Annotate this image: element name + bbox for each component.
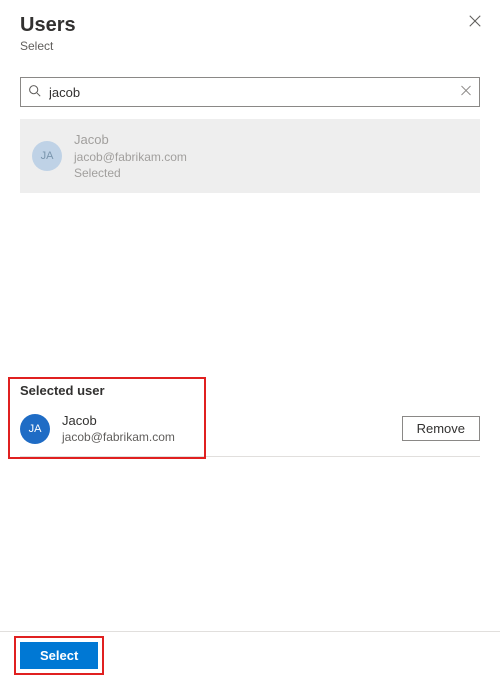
select-button[interactable]: Select xyxy=(20,642,98,669)
selected-user-row: JA Jacob jacob@fabrikam.com Remove xyxy=(20,412,480,457)
panel-title: Users xyxy=(20,14,480,37)
search-container xyxy=(20,77,480,107)
selected-name: Jacob xyxy=(62,412,390,430)
avatar: JA xyxy=(32,141,62,171)
selected-text: Jacob jacob@fabrikam.com xyxy=(62,412,390,446)
search-input[interactable] xyxy=(20,77,480,107)
remove-button[interactable]: Remove xyxy=(402,416,480,441)
result-name: Jacob xyxy=(74,131,187,149)
result-text: Jacob jacob@fabrikam.com Selected xyxy=(74,131,187,181)
close-icon[interactable] xyxy=(468,14,482,31)
footer: Select xyxy=(0,631,500,683)
result-status: Selected xyxy=(74,165,187,181)
avatar: JA xyxy=(20,414,50,444)
panel-subtitle: Select xyxy=(20,39,480,53)
result-email: jacob@fabrikam.com xyxy=(74,149,187,165)
clear-search-icon[interactable] xyxy=(460,85,472,100)
selected-heading: Selected user xyxy=(20,383,480,398)
search-icon xyxy=(28,84,41,100)
selected-section: Selected user JA Jacob jacob@fabrikam.co… xyxy=(0,383,500,457)
search-result-item[interactable]: JA Jacob jacob@fabrikam.com Selected xyxy=(20,119,480,193)
selected-email: jacob@fabrikam.com xyxy=(62,429,390,445)
